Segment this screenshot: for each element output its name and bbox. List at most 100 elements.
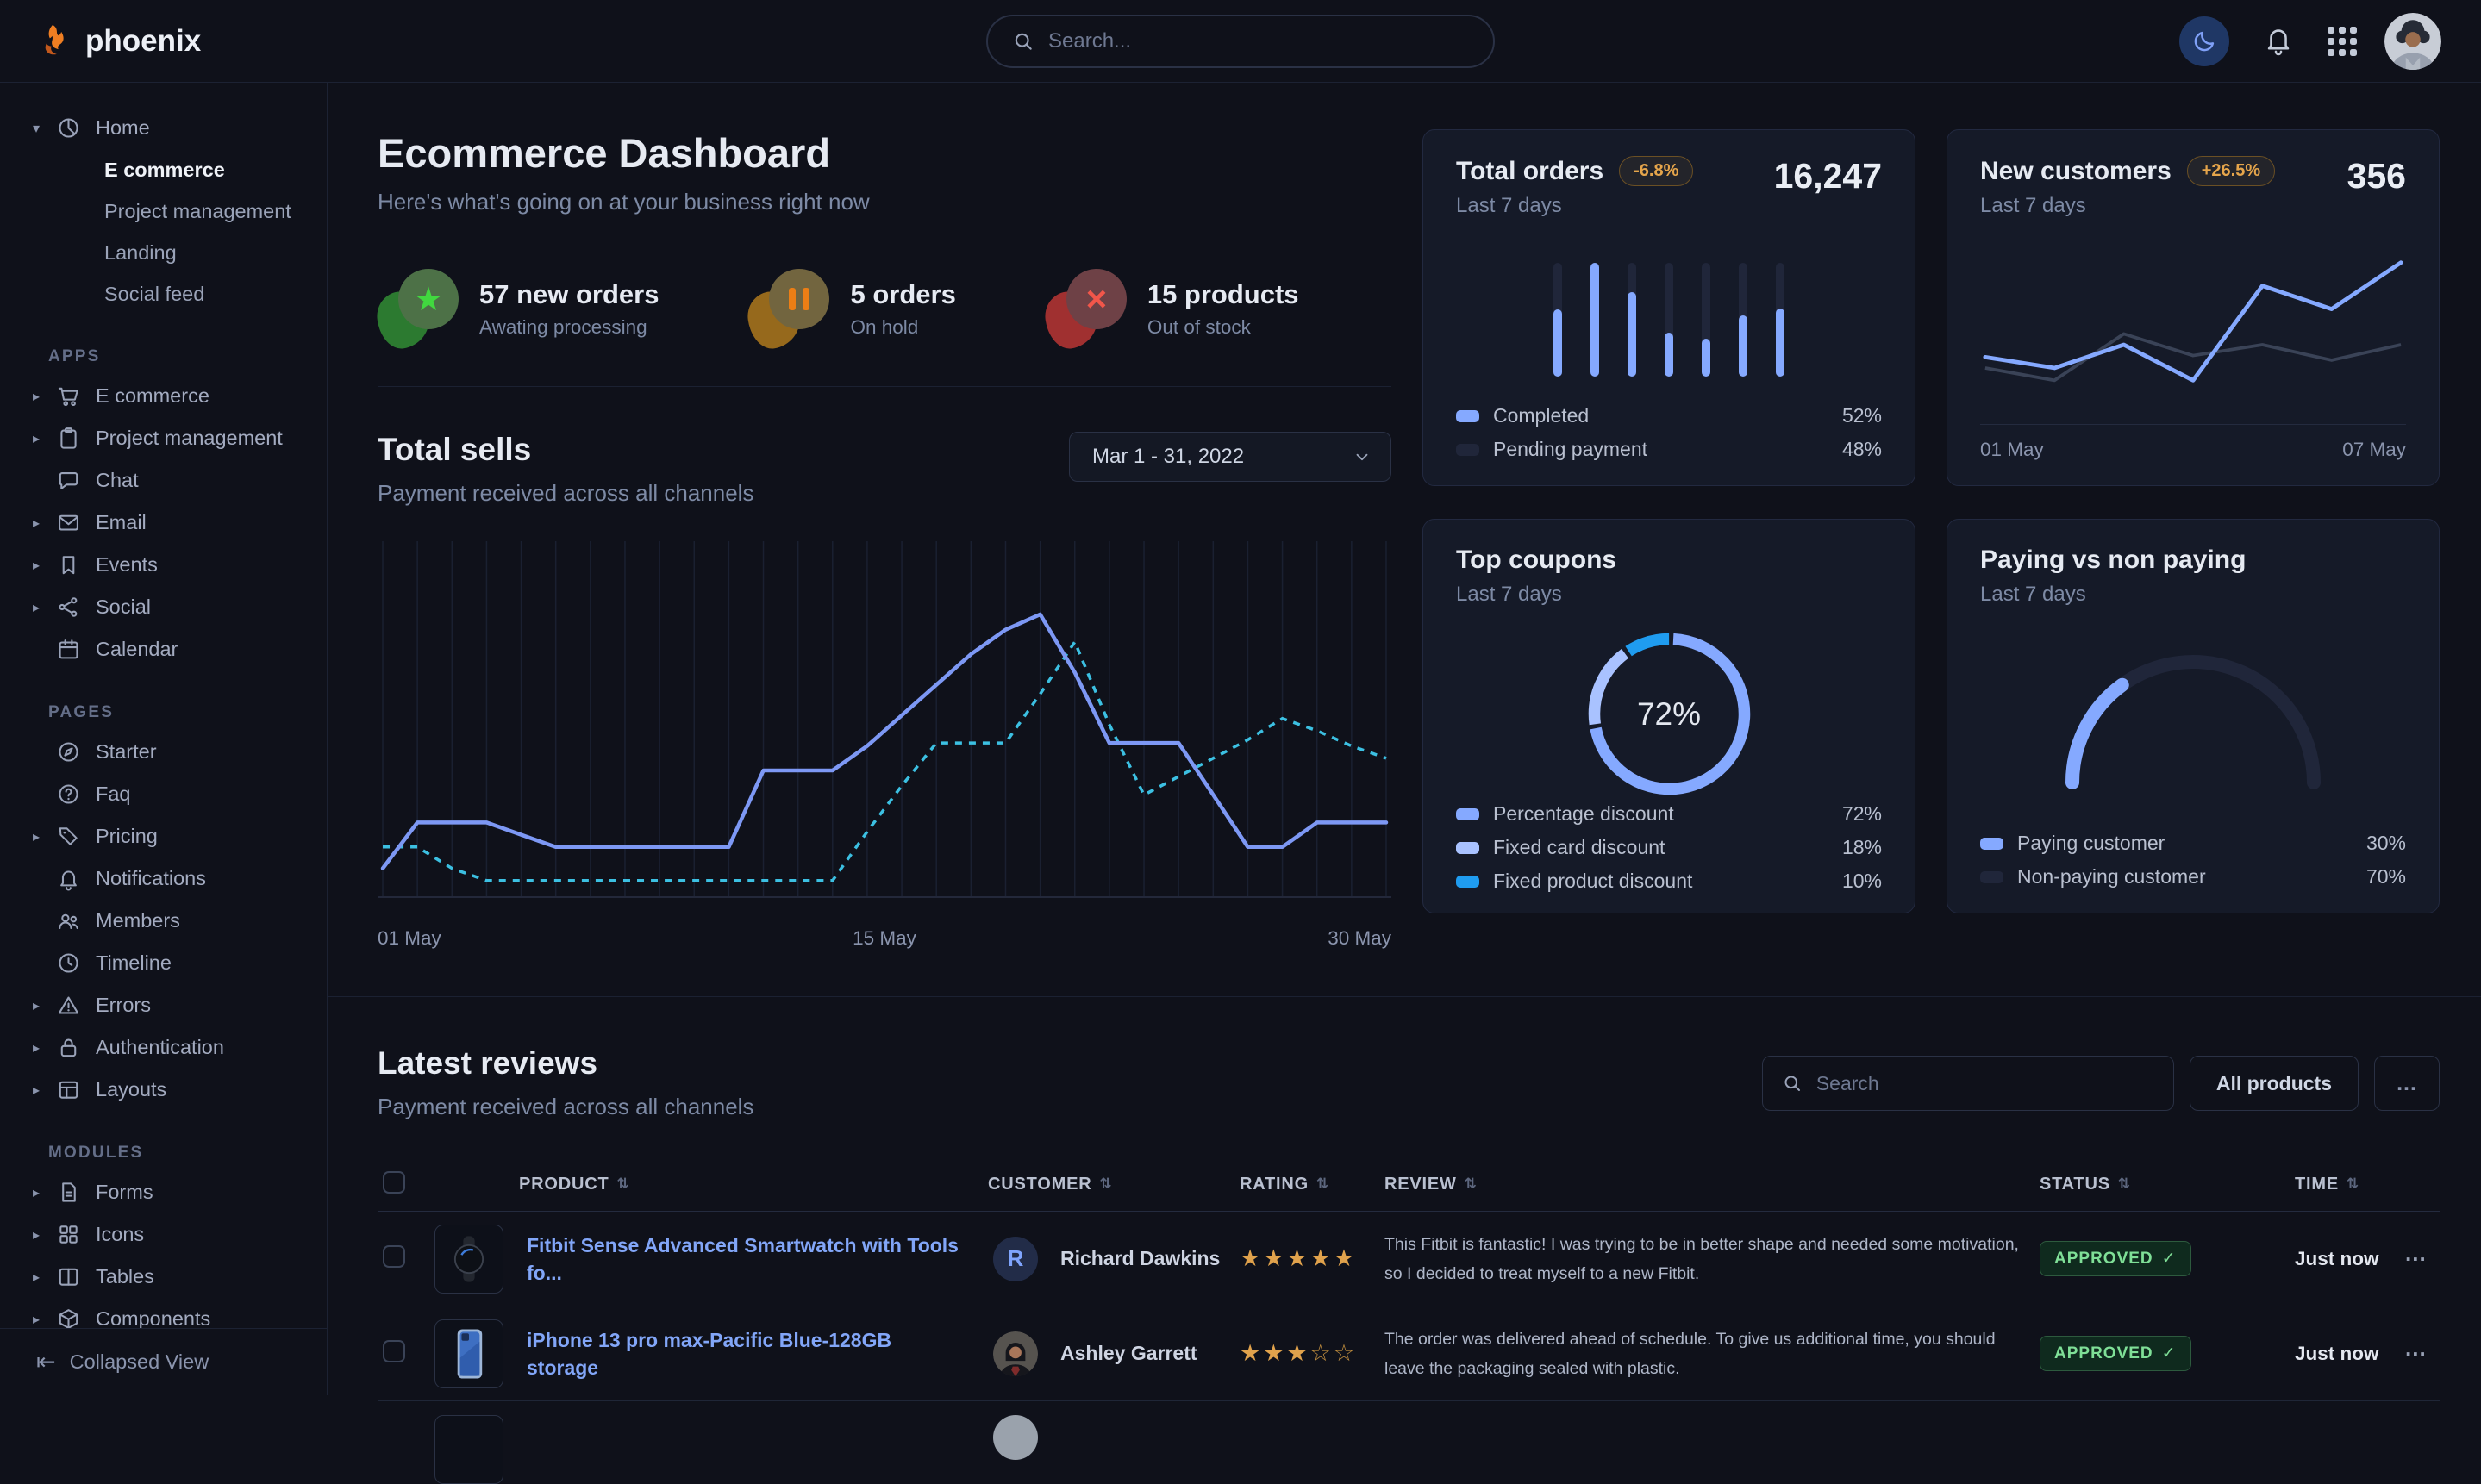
sort-icon: ⇅ [617, 1175, 630, 1193]
all-products-button[interactable]: All products [2190, 1056, 2359, 1111]
sidebar-item-label: Icons [96, 1223, 144, 1246]
paying-gauge-chart [2055, 646, 2331, 799]
brand-logo[interactable]: phoenix [34, 22, 201, 61]
top-navbar: phoenix Search... [0, 0, 2481, 83]
sidebar-item-home[interactable]: ▾ Home [0, 107, 327, 149]
collapse-arrow-icon: ⇤ [36, 1349, 56, 1375]
total-orders-card: Total orders -6.8% Last 7 days 16,247 Co… [1422, 129, 1915, 486]
total-sells-chart: 01 May15 May30 May [378, 541, 1391, 950]
column-header-customer[interactable]: CUSTOMER⇅ [988, 1175, 1240, 1194]
column-header-time[interactable]: TIME⇅ [2295, 1175, 2400, 1194]
sidebar-item-pricing[interactable]: ▸ Pricing [0, 815, 327, 857]
sidebar-item-errors[interactable]: ▸Errors [0, 984, 327, 1026]
collapsed-view-toggle[interactable]: ⇤ Collapsed View [0, 1328, 327, 1395]
compass-icon [56, 739, 81, 764]
sidebar-item-members[interactable]: Members [0, 900, 327, 942]
legend-swatch [1456, 444, 1479, 456]
legend-value: 10% [1842, 870, 1882, 893]
order-stats-row: ★ 57 new ordersAwating processing 5 orde… [378, 269, 1391, 387]
legend-value: 18% [1842, 836, 1882, 859]
row-menu-button[interactable]: ... [2400, 1248, 2432, 1269]
sidebar-item-landing[interactable]: Landing [0, 232, 327, 273]
more-options-button[interactable]: ... [2374, 1056, 2440, 1111]
sidebar-item-label: Social [96, 595, 151, 619]
row-menu-button[interactable]: ... [2400, 1343, 2432, 1364]
sidebar-item-email[interactable]: ▸Email [0, 502, 327, 544]
cart-icon [56, 383, 81, 408]
sidebar: ▾ Home E commerceProject managementLandi… [0, 83, 328, 1395]
sidebar-item-label: Components [96, 1307, 210, 1331]
pause-icon [748, 269, 831, 348]
select-all-checkbox[interactable] [383, 1171, 405, 1194]
sidebar-item-notifications[interactable]: Notifications [0, 857, 327, 900]
review-time: Just now [2295, 1248, 2400, 1270]
legend-label: Non-paying customer [2017, 865, 2206, 889]
date-range-select[interactable]: Mar 1 - 31, 2022 [1069, 432, 1391, 482]
phoenix-flame-icon [34, 22, 74, 61]
dashboard-header-section: Ecommerce Dashboard Here's what's going … [378, 129, 1391, 950]
sidebar-item-e-commerce[interactable]: ▸E commerce [0, 375, 327, 417]
row-checkbox[interactable] [383, 1340, 405, 1362]
top-coupons-card: Top coupons Last 7 days 72% Percentage d… [1422, 519, 1915, 913]
dark-mode-toggle[interactable] [2179, 16, 2229, 66]
sidebar-item-icons[interactable]: ▸Icons [0, 1213, 327, 1256]
sidebar-item-e-commerce[interactable]: E commerce [0, 149, 327, 190]
brand-name: phoenix [85, 24, 201, 59]
card-period: Last 7 days [1980, 583, 2246, 607]
sidebar-item-label: Authentication [96, 1036, 224, 1059]
column-header-status[interactable]: STATUS⇅ [2040, 1175, 2295, 1194]
new-customers-value: 356 [2347, 156, 2406, 196]
caret-right-icon: ▸ [33, 1039, 56, 1057]
sidebar-item-label: Pricing [96, 825, 158, 848]
sidebar-item-events[interactable]: ▸Events [0, 544, 327, 586]
sidebar-item-tables[interactable]: ▸Tables [0, 1256, 327, 1298]
bookmark-icon [56, 552, 81, 577]
total-sells-x-axis: 01 May15 May30 May [378, 927, 1391, 950]
card-title: Total orders [1456, 157, 1603, 186]
product-thumbnail[interactable] [434, 1319, 503, 1388]
global-search-input[interactable]: Search... [986, 15, 1495, 68]
sidebar-item-calendar[interactable]: Calendar [0, 628, 327, 670]
sidebar-item-authentication[interactable]: ▸ Authentication [0, 1026, 327, 1069]
caret-right-icon: ▸ [33, 1269, 56, 1286]
product-link[interactable]: Fitbit Sense Advanced Smartwatch with To… [519, 1231, 988, 1287]
sidebar-item-label: Calendar [96, 638, 178, 661]
column-header-rating[interactable]: RATING⇅ [1240, 1175, 1384, 1194]
sidebar-item-chat[interactable]: Chat [0, 459, 327, 502]
sidebar-item-forms[interactable]: ▸Forms [0, 1171, 327, 1213]
apps-grid-icon[interactable] [2328, 27, 2357, 56]
reviews-title: Latest reviews [378, 1045, 753, 1082]
sidebar-item-social[interactable]: ▸Social [0, 586, 327, 628]
user-avatar[interactable] [2384, 13, 2441, 70]
sidebar-item-starter[interactable]: Starter [0, 731, 327, 773]
column-header-product[interactable]: PRODUCT⇅ [519, 1175, 988, 1194]
table-header-row: PRODUCT⇅CUSTOMER⇅RATING⇅REVIEW⇅STATUS⇅TI… [378, 1157, 2440, 1212]
column-header-review[interactable]: REVIEW⇅ [1384, 1175, 2040, 1194]
caret-right-icon: ▸ [33, 828, 56, 845]
product-link[interactable]: iPhone 13 pro max-Pacific Blue-128GB sto… [519, 1326, 988, 1381]
sidebar-item-project-management[interactable]: ▸Project management [0, 417, 327, 459]
sidebar-item-timeline[interactable]: Timeline [0, 942, 327, 984]
trend-badge: +26.5% [2187, 156, 2275, 186]
legend-row: Pending payment48% [1456, 438, 1882, 461]
legend-value: 70% [2366, 865, 2406, 889]
review-text: This Fitbit is fantastic! I was trying t… [1384, 1230, 2040, 1288]
sidebar-item-label: Layouts [96, 1078, 166, 1101]
people-icon [56, 908, 81, 933]
latest-reviews-section: Latest reviews Payment received across a… [328, 996, 2481, 1470]
sidebar-item-layouts[interactable]: ▸Layouts [0, 1069, 327, 1111]
x-tick: 01 May [378, 927, 441, 950]
sidebar-item-project-management[interactable]: Project management [0, 190, 327, 232]
product-thumbnail[interactable] [434, 1225, 503, 1294]
reviews-search-input[interactable]: Search [1762, 1056, 2174, 1111]
legend-swatch [1456, 410, 1479, 422]
sidebar-item-social-feed[interactable]: Social feed [0, 273, 327, 315]
row-checkbox[interactable] [383, 1245, 405, 1268]
notifications-button[interactable] [2257, 22, 2300, 59]
paying-legend: Paying customer30% Non-paying customer70… [1980, 832, 2406, 889]
bell-icon [2262, 23, 2295, 56]
kpi-cards: Total orders -6.8% Last 7 days 16,247 Co… [1422, 129, 2440, 913]
customer-avatar [993, 1415, 1038, 1460]
stat-sublabel: Awating processing [479, 316, 659, 339]
sidebar-item-faq[interactable]: Faq [0, 773, 327, 815]
